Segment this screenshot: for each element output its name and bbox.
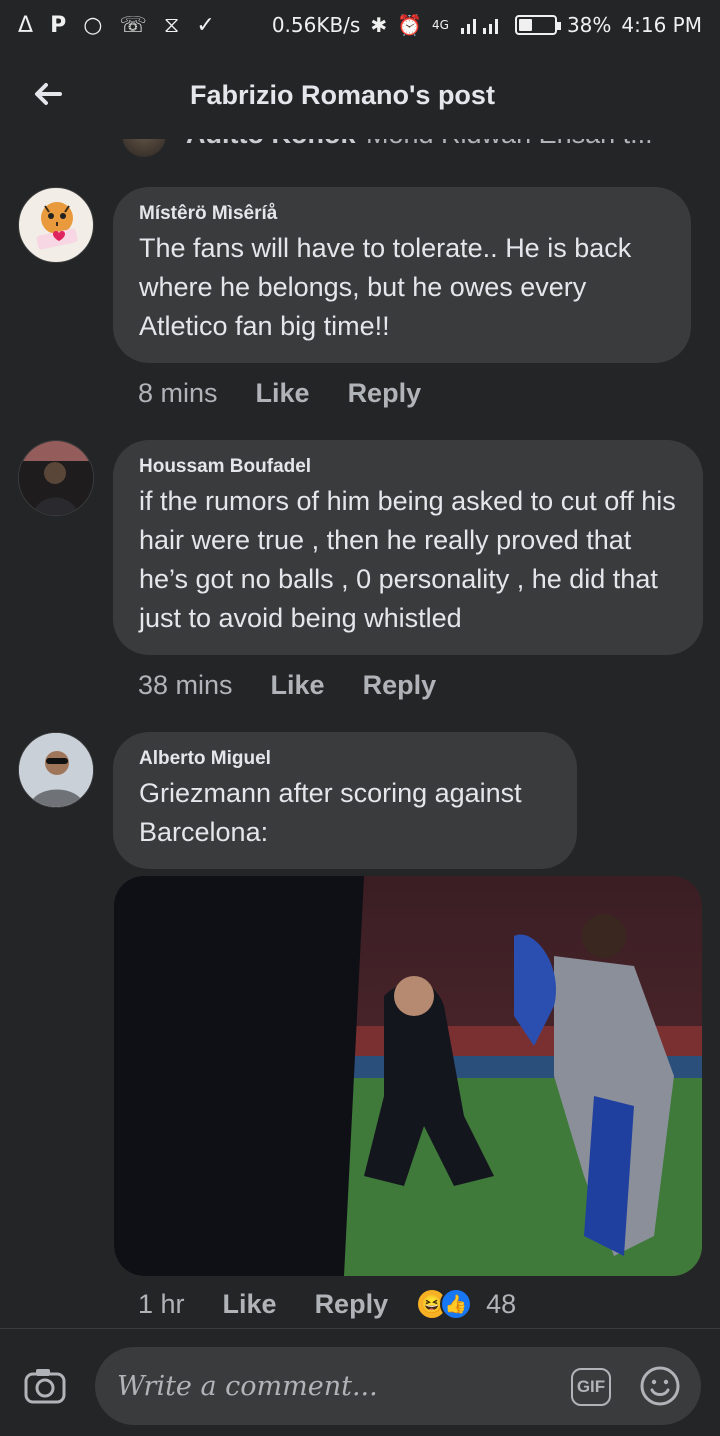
gif-button[interactable]: GIF: [571, 1368, 611, 1406]
avatar[interactable]: [18, 440, 94, 516]
avatar[interactable]: [18, 187, 94, 263]
comment-author[interactable]: Houssam Boufadel: [139, 456, 677, 478]
whatsapp-icon: ☏: [119, 12, 147, 38]
comment-composer: GIF: [0, 1328, 720, 1436]
comment-actions: 1 hr Like Reply 😆 👍 48: [138, 1288, 516, 1320]
hourglass-icon: ⧖: [163, 12, 180, 38]
back-arrow-icon[interactable]: [28, 74, 68, 114]
like-button[interactable]: Like: [271, 670, 325, 701]
clock: 4:16 PM: [621, 13, 702, 37]
network-type: 4G: [432, 18, 449, 32]
comment-author[interactable]: Místêrö Mìsêríå: [139, 203, 665, 225]
page-title: Fabrizio Romano's post: [190, 80, 495, 110]
signal-icon: [460, 19, 498, 34]
avatar[interactable]: [122, 127, 166, 157]
person-avatar-image: [19, 441, 93, 515]
camera-icon[interactable]: [24, 1366, 66, 1406]
comment-photo[interactable]: [114, 876, 702, 1276]
emoji-icon[interactable]: [639, 1365, 681, 1407]
comment-actions: 38 mins Like Reply: [138, 670, 436, 701]
like-reaction-icon: 👍: [440, 1288, 473, 1320]
like-button[interactable]: Like: [256, 378, 310, 409]
avatar[interactable]: [18, 732, 94, 808]
bluetooth-icon: ✱: [370, 13, 388, 37]
reactions-summary[interactable]: 😆 👍 48: [416, 1288, 516, 1320]
comment-bubble[interactable]: Alberto Miguel Griezmann after scoring a…: [113, 732, 577, 869]
comment-bubble[interactable]: Houssam Boufadel if the rumors of him be…: [113, 440, 703, 655]
status-bar: Δ P ○ ☏ ⧖ ✓ 0.56KB/s ✱ ⏰ 4G 38% 4:16 PM: [0, 0, 720, 50]
comment-bubble[interactable]: Místêrö Mìsêríå The fans will have to to…: [113, 187, 691, 363]
stadium-celebration-image: [114, 876, 702, 1276]
system-status: 0.56KB/s ✱ ⏰ 4G 38% 4:16 PM: [272, 13, 702, 37]
like-button[interactable]: Like: [223, 1289, 277, 1320]
comment-author[interactable]: Alberto Miguel: [139, 748, 551, 770]
comment-time: 1 hr: [138, 1288, 185, 1319]
comment-text: if the rumors of him being asked to cut …: [139, 486, 676, 633]
check-download-icon: ✓: [196, 12, 215, 38]
reply-text: Mohd Ridwan Ehsan t...: [366, 127, 653, 149]
comment-time: 8 mins: [138, 378, 218, 408]
person-avatar-image: [19, 733, 93, 807]
reaction-count: 48: [486, 1288, 517, 1319]
battery-percent: 38%: [566, 13, 612, 37]
comment-actions: 8 mins Like Reply: [138, 378, 421, 409]
notification-icons: Δ P ○ ☏ ⧖ ✓: [18, 13, 215, 38]
alert-icon: Δ: [18, 12, 34, 38]
comment-text: Griezmann after scoring against Barcelon…: [139, 778, 522, 847]
reply-button[interactable]: Reply: [363, 670, 437, 701]
comment-time: 38 mins: [138, 670, 233, 700]
tiger-avatar-image: [36, 202, 78, 250]
alarm-icon: ⏰: [397, 13, 423, 37]
previous-reply-row[interactable]: Aditto Konok Mohd Ridwan Ehsan t...: [120, 127, 700, 161]
network-speed: 0.56KB/s: [271, 13, 361, 37]
p-app-icon: P: [50, 12, 67, 38]
reply-button[interactable]: Reply: [348, 378, 422, 409]
reply-author[interactable]: Aditto Konok: [186, 127, 355, 150]
battery-icon: [514, 15, 561, 35]
comment-text: The fans will have to tolerate.. He is b…: [139, 233, 632, 341]
messenger-icon: ○: [83, 12, 103, 38]
reply-button: Reply: [314, 1288, 389, 1319]
